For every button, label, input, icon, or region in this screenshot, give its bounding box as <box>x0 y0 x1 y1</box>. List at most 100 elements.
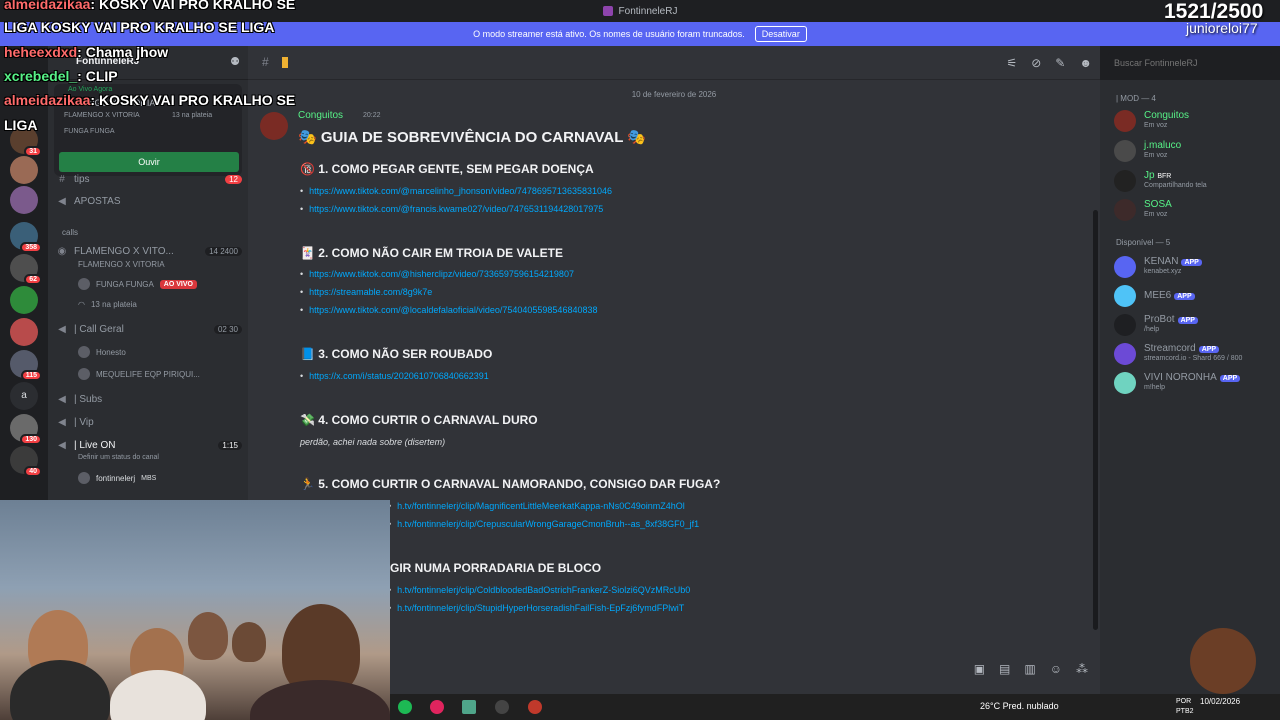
spotify-icon[interactable] <box>398 700 412 714</box>
member-item[interactable]: Conguitos Em voz <box>1114 108 1274 134</box>
channel-topbar: # ⚟ ⊘ ✎ ☻ <box>248 46 1100 80</box>
voice-user[interactable]: MEQUELIFE EQP PIRIQUI... <box>78 368 238 380</box>
link[interactable]: h.tv/fontinnelerj/clip/ColdbloodedBadOst… <box>388 585 690 595</box>
section-1-title: 🔞 1. COMO PEGAR GENTE, SEM PEGAR DOENÇA <box>300 162 594 176</box>
link[interactable]: https://www.tiktok.com/@localdefalaofici… <box>300 305 597 315</box>
speaker-icon: ◀ <box>58 417 66 428</box>
channel-live-on[interactable]: ◀ | Live ON 1:15 <box>56 440 242 451</box>
avatar <box>1114 170 1136 192</box>
link[interactable]: https://streamable.com/8g9k7e <box>300 287 432 297</box>
gif-icon[interactable]: ▤ <box>999 662 1010 676</box>
server-icon[interactable]: 358 <box>10 222 42 253</box>
section-6-title: GIR NUMA PORRADARIA DE BLOCO <box>390 561 602 575</box>
stage-speaker[interactable]: FUNGA FUNGA AO VIVO <box>78 278 238 290</box>
stage-icon: ◉ <box>57 246 67 257</box>
app-icon[interactable] <box>430 700 444 714</box>
avatar <box>1114 199 1136 221</box>
server-icon[interactable] <box>10 186 38 214</box>
link[interactable]: https://x.com/i/status/20206107068406623… <box>300 371 489 381</box>
person-body <box>10 660 110 720</box>
voice-user[interactable]: Honesto <box>78 346 238 358</box>
channel-flamengo-stage[interactable]: ◉ FLAMENGO X VITO... 14 2400 <box>56 246 242 257</box>
chat-line: LIGA <box>4 117 38 133</box>
taskbar: 26°C Pred. nublado POR PTB2 10/02/2026 <box>390 694 1280 720</box>
server-icon[interactable]: 130 <box>10 414 42 445</box>
chat-line: almeidazikaa: KOSKY VAI PRO KRALHO SE <box>4 92 296 108</box>
chat-line: almeidazikaa: KOSKY VAI PRO KRALHO SE <box>4 0 296 12</box>
app-icon[interactable] <box>495 700 509 714</box>
listen-button[interactable]: Ouvir <box>59 152 239 172</box>
link[interactable]: h.tv/fontinnelerj/clip/StupidHyperHorser… <box>388 603 684 613</box>
sticker-icon[interactable]: ▥ <box>1024 662 1035 676</box>
disable-streamer-button[interactable]: Desativar <box>754 26 807 42</box>
threads-icon[interactable]: ⚟ <box>1006 56 1017 70</box>
pin-icon[interactable]: ✎ <box>1055 56 1065 70</box>
avatar <box>1114 343 1136 365</box>
category-calls[interactable]: calls <box>62 228 78 237</box>
live-badge: AO VIVO <box>159 279 197 289</box>
notification-badge: 358 <box>20 242 42 253</box>
member-item[interactable]: MEE6 APP <box>1114 283 1274 309</box>
message-timestamp: 20:22 <box>363 112 381 119</box>
channel-subs[interactable]: ◀ | Subs <box>56 394 242 405</box>
voice-user-self[interactable]: fontinnelerj MBS <box>78 472 238 484</box>
section-3-title: 📘 3. COMO NÃO SER ROUBADO <box>300 347 493 361</box>
server-icon[interactable] <box>10 286 38 314</box>
server-icon[interactable] <box>10 156 38 184</box>
group-mod-header: | MOD — 4 <box>1116 94 1156 103</box>
member-item[interactable]: VIVI NORONHA APP m!help <box>1114 370 1274 396</box>
link[interactable]: h.tv/fontinnelerj/clip/CrepuscularWrongG… <box>388 519 699 529</box>
avatar <box>1114 314 1136 336</box>
avatar <box>1114 110 1136 132</box>
topbar-actions: ⚟ ⊘ ✎ ☻ <box>1006 56 1092 70</box>
system-clock[interactable]: 10/02/2026 <box>1200 697 1240 707</box>
avatar <box>78 346 90 358</box>
member-item[interactable]: SOSA Em voz <box>1114 197 1274 223</box>
member-item[interactable]: Streamcord APP streamcord.io - Shard 669 /… <box>1114 341 1274 367</box>
search-input[interactable] <box>1108 52 1272 74</box>
server-icon[interactable]: a <box>10 382 38 410</box>
members-icon[interactable]: ☻ <box>1079 56 1092 70</box>
member-item[interactable]: ProBot APP/help <box>1114 312 1274 338</box>
app-icon[interactable] <box>528 700 542 714</box>
app-icon[interactable] <box>462 700 476 714</box>
language-indicator[interactable]: POR PTB2 <box>1176 697 1194 717</box>
guide-title: 🎭 GUIA DE SOBREVIVÊNCIA DO CARNAVAL 🎭 <box>298 129 646 146</box>
server-icon[interactable]: 40 <box>10 446 42 477</box>
member-item[interactable]: j.maluco Em voz <box>1114 138 1274 164</box>
mute-icon[interactable]: ⊘ <box>1031 56 1041 70</box>
link[interactable]: https://www.tiktok.com/@marcelinho_jhons… <box>300 186 612 196</box>
member-item[interactable]: Jp BFR Compartilhando tela <box>1114 168 1274 194</box>
avatar <box>78 278 90 290</box>
link[interactable]: https://www.tiktok.com/@hisherclipz/vide… <box>300 269 574 279</box>
member-item[interactable]: KENAN APP kenabet.xyz <box>1114 254 1274 280</box>
weather-widget[interactable]: 26°C Pred. nublado <box>980 701 1059 711</box>
section-4-note: perdão, achei nada sobre (disertem) <box>300 437 446 447</box>
speaker-icon: ◀ <box>58 440 66 451</box>
channel-tips[interactable]: # tips 12 <box>56 174 242 185</box>
link[interactable]: h.tv/fontinnelerj/clip/MagnificentLittle… <box>388 501 685 511</box>
scrollbar[interactable] <box>1093 210 1098 630</box>
channel-vip[interactable]: ◀ | Vip <box>56 417 242 428</box>
notification-badge: 130 <box>20 434 42 445</box>
avatar <box>1114 256 1136 278</box>
emoji-icon[interactable]: ☺ <box>1050 662 1062 676</box>
speaker-icon: ◀ <box>58 324 66 335</box>
gift-icon[interactable]: ▣ <box>974 662 985 676</box>
stage-topic: FLAMENGO X VITORIA <box>78 260 165 269</box>
link[interactable]: https://www.tiktok.com/@francis.kwame027… <box>300 204 603 214</box>
apps-icon[interactable]: ⁂ <box>1076 662 1088 676</box>
server-icon[interactable] <box>10 318 38 346</box>
window-title: FontinneleRJ <box>618 5 678 17</box>
discord-icon <box>602 6 613 16</box>
stage-audience: ◠ 13 na plateia <box>78 300 137 309</box>
avatar <box>78 472 90 484</box>
channel-apostas[interactable]: ◀ APOSTAS <box>56 196 242 207</box>
webcam-feed <box>0 500 390 720</box>
channel-call-geral[interactable]: ◀ | Call Geral 02 30 <box>56 324 242 335</box>
channel-status-prompt[interactable]: Definir um status do canal <box>78 454 238 461</box>
server-icon[interactable]: 115 <box>10 350 42 381</box>
server-icon[interactable]: 62 <box>10 254 42 285</box>
section-4-title: 💸 4. COMO CURTIR O CARNAVAL DURO <box>300 413 538 427</box>
hash-icon: # <box>59 174 65 185</box>
